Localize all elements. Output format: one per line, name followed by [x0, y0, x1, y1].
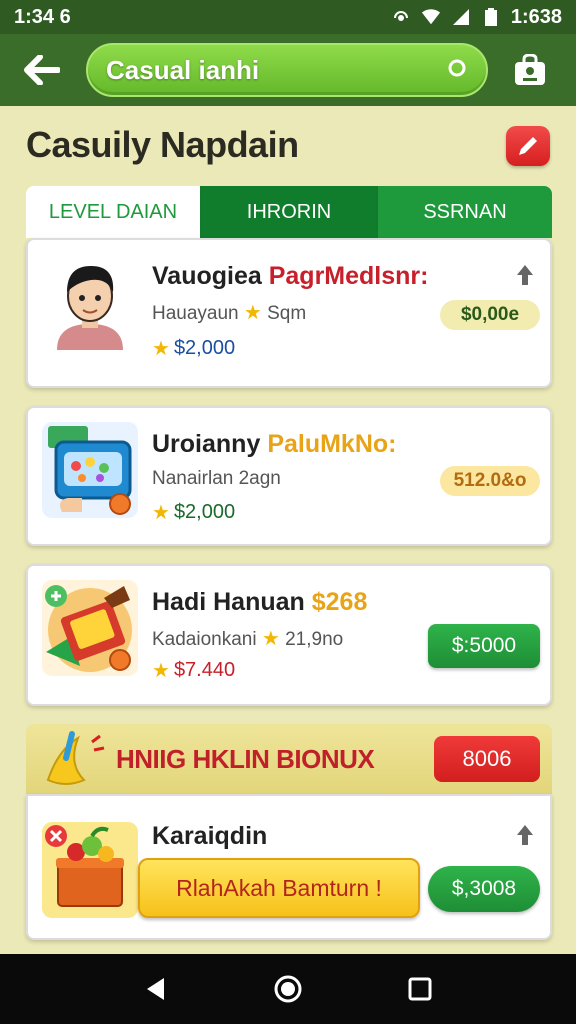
banana-icon: [38, 730, 110, 795]
circle-home-icon: [274, 975, 302, 1003]
home-nav-button[interactable]: [268, 969, 308, 1009]
subtitle-text: Hauayaun: [152, 303, 239, 324]
shopping-bag-icon: [515, 54, 545, 85]
price-text: $2,000: [173, 337, 236, 359]
price-badge: $0,00e: [440, 300, 540, 330]
item-subtitle: Nanairlan 2agn: [152, 468, 281, 490]
tab-label: LEVEL DAIAN: [48, 200, 178, 223]
title-accent: $268: [311, 588, 368, 616]
subtitle-tail: Sqm: [267, 303, 307, 324]
buy-button[interactable]: $:5000: [428, 624, 540, 668]
wifi-icon: [421, 7, 441, 27]
subtitle-text: Nanairlan 2agn: [152, 468, 281, 489]
gift-box-image: [42, 580, 138, 676]
list-item[interactable]: Uroianny PaluMkNo: Nanairlan 2agn ★ $2,0…: [26, 406, 552, 546]
price-text: $2,000: [173, 501, 236, 523]
bonus-item[interactable]: Karaiqdin RlahAkah Bamturn ! $,3008: [26, 794, 552, 940]
avatar: [42, 254, 138, 350]
star-icon: ★: [152, 338, 170, 360]
star-icon: ★: [152, 502, 170, 524]
title-text: Vauogiea: [152, 262, 262, 290]
item-title: Hadi Hanuan $268: [152, 588, 367, 617]
star-icon: ★: [152, 660, 170, 682]
hotspot-icon: [391, 7, 411, 27]
search-icon[interactable]: [446, 57, 468, 84]
triangle-back-icon: [147, 978, 164, 1000]
title-text: Hadi Hanuan: [152, 588, 305, 616]
bonus-header: HNIIG HKLIN BIONUX 8006: [26, 724, 552, 794]
item-subtitle: Kadaionkani ★ 21,9no: [152, 626, 343, 651]
badge-text: 8006: [462, 746, 512, 771]
arrow-up-icon[interactable]: [514, 822, 536, 848]
bonus-title: HNIIG HKLIN BIONUX: [116, 744, 375, 774]
pencil-icon: [519, 137, 537, 155]
price-text: $7.440: [173, 659, 236, 681]
tab-ihrorin[interactable]: IHRORIN: [202, 186, 378, 238]
fruit-basket-image: [42, 822, 138, 918]
tab-label: SSRNAN: [423, 200, 507, 223]
button-label: $,3008: [451, 877, 517, 900]
item-price: ★ $2,000: [152, 500, 235, 525]
title-accent: PagrMedlsnr:: [268, 262, 429, 290]
status-clock: 1:638: [510, 5, 562, 28]
square-recents-icon: [408, 977, 432, 1001]
page-title: Casuily Napdain: [26, 124, 299, 165]
list-item[interactable]: Hadi Hanuan $268 Kadaionkani ★ 21,9no ★ …: [26, 564, 552, 706]
badge-text: $0,00e: [460, 304, 520, 325]
tab-level-daian[interactable]: LEVEL DAIAN: [26, 186, 202, 238]
tab-ssrnan[interactable]: SSRNAN: [378, 186, 552, 238]
navigation-bar: [0, 954, 576, 1024]
item-price: ★ $7.440: [152, 658, 235, 683]
shopping-bag-button[interactable]: [510, 50, 550, 90]
subtitle-tail: 21,9no: [285, 629, 344, 650]
button-label: RlahAkah Bamturn !: [176, 874, 382, 901]
item-price: ★ $2,000: [152, 336, 235, 361]
bonus-badge[interactable]: 8006: [434, 736, 540, 782]
signal-icon: [451, 7, 471, 27]
status-bar: 1:34 6 1:638: [0, 0, 576, 34]
item-subtitle: Hauayaun ★ Sqm: [152, 300, 306, 325]
star-icon: ★: [261, 628, 280, 650]
recents-nav-button[interactable]: [400, 969, 440, 1009]
list-item[interactable]: Vauogiea PagrMedlsnr: Hauayaun ★ Sqm ★ $…: [26, 238, 552, 388]
claim-bonus-button[interactable]: RlahAkah Bamturn !: [138, 858, 420, 918]
badge-text: 512.0&o: [453, 470, 527, 491]
status-time: 1:34 6: [14, 5, 71, 28]
item-title: Karaiqdin: [152, 822, 268, 850]
item-title: Vauogiea PagrMedlsnr:: [152, 262, 428, 291]
battery-icon: [481, 7, 501, 27]
star-icon: ★: [243, 302, 262, 324]
status-icons: 1:638: [391, 6, 562, 29]
app-bar: Casual ianhi: [0, 34, 576, 106]
edit-button[interactable]: [506, 126, 550, 166]
category-tabs: LEVEL DAIAN IHRORIN SSRNAN: [26, 186, 552, 238]
price-badge: 512.0&o: [440, 466, 540, 496]
title-accent: PaluMkNo:: [267, 430, 397, 458]
back-nav-button[interactable]: [136, 969, 176, 1009]
button-label: $:5000: [451, 634, 517, 657]
search-text: Casual ianhi: [106, 54, 260, 85]
subtitle-text: Kadaionkani: [152, 629, 257, 650]
item-title: Uroianny PaluMkNo:: [152, 430, 397, 459]
back-button[interactable]: [18, 46, 66, 94]
gift-box-image: [42, 422, 138, 518]
title-text: Uroianny: [152, 430, 261, 458]
search-bar[interactable]: Casual ianhi: [86, 43, 488, 97]
back-arrow-icon: [24, 55, 60, 85]
arrow-up-icon[interactable]: [514, 262, 536, 288]
buy-button[interactable]: $,3008: [428, 866, 540, 912]
tab-label: IHRORIN: [246, 200, 332, 223]
